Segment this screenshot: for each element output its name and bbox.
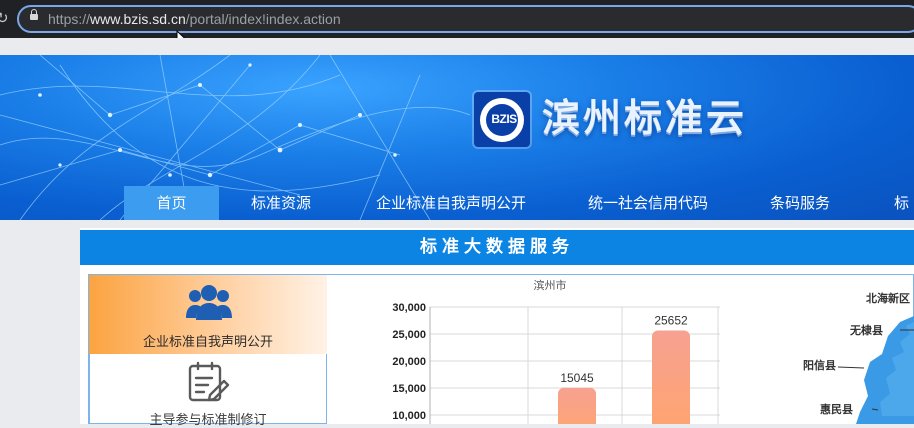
y-tick-label: 30,000 xyxy=(392,302,426,314)
url-path: /portal/index!index.action xyxy=(185,11,341,27)
y-tick-label: 20,000 xyxy=(392,356,426,368)
chart-bar xyxy=(652,330,690,424)
section-title: 标准大数据服务 xyxy=(420,237,574,257)
nav-item-barcode[interactable]: 条码服务 xyxy=(770,186,830,220)
nav-item-credit-code[interactable]: 统一社会信用代码 xyxy=(588,186,708,220)
region-map: 北海新区 无棣县 阳信县 惠民县 xyxy=(803,291,914,424)
y-tick-label: 25,000 xyxy=(392,329,426,341)
chart-title: 滨州市 xyxy=(534,278,567,292)
map-label-wudi: 无棣县 xyxy=(849,323,883,337)
page-top-gap xyxy=(0,38,914,55)
nav-item-home[interactable]: 首页 xyxy=(124,186,219,220)
y-tick-label: 15,000 xyxy=(392,383,426,395)
y-tick-label: 10,000 xyxy=(392,410,426,422)
menu-item-label: 主导参与标准制修订 xyxy=(149,413,267,428)
lock-icon[interactable] xyxy=(30,9,38,20)
y-axis: 30,000 25,000 20,000 15,000 10,000 xyxy=(392,302,431,424)
map-label-huimin: 惠民县 xyxy=(820,402,853,416)
chart-bar xyxy=(558,387,596,424)
site-title: 滨州标准云 xyxy=(542,95,748,140)
nav-item-enterprise-declaration[interactable]: 企业标准自我声明公开 xyxy=(376,186,526,220)
reload-icon[interactable]: ↻ xyxy=(0,8,10,28)
url-host: www.bzis.sd.cn xyxy=(90,11,186,27)
url-text[interactable]: https://www.bzis.sd.cn/portal/index!inde… xyxy=(48,10,341,28)
bar-chart: 滨州市 30,000 25,000 20,000 15,000 10,000 15045… xyxy=(392,278,720,424)
logo-text: BZIS xyxy=(491,112,517,126)
document-edit-icon xyxy=(188,361,230,402)
map-label-yangxin: 阳信县 xyxy=(803,358,836,372)
nav-item-more[interactable]: 标 xyxy=(894,186,909,220)
page-left-margin xyxy=(0,220,80,424)
map-label-beihai: 北海新区 xyxy=(866,291,910,305)
bar-value-label: 15045 xyxy=(560,371,594,385)
chart-bars: 15045 25652 xyxy=(558,313,690,424)
users-icon xyxy=(186,285,232,320)
bar-value-label: 25652 xyxy=(654,313,688,327)
nav-item-standard-resources[interactable]: 标准资源 xyxy=(251,186,311,220)
menu-item-label: 企业标准自我声明公开 xyxy=(142,335,273,350)
url-scheme: https:// xyxy=(48,11,91,27)
